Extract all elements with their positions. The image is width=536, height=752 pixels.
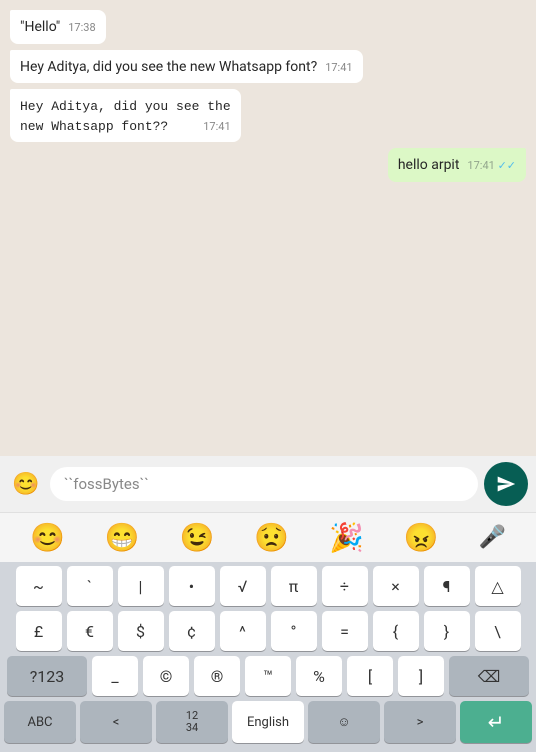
emoji-party[interactable]: 🎉 [329,521,364,554]
key-cent[interactable]: ¢ [169,611,215,651]
key-caret[interactable]: ^ [220,611,266,651]
key-degree[interactable]: ° [271,611,317,651]
key-bullet[interactable]: • [169,566,215,606]
numbers-stacked: 12 34 [186,710,198,734]
send-button[interactable] [484,462,528,506]
key-euro[interactable]: € [67,611,113,651]
key-space[interactable]: English [232,701,304,743]
message-text: Hey Aditya, did you see the new Whatsapp… [20,59,317,75]
emoji-icon: 😊 [12,472,39,497]
message-row: Hey Aditya, did you see the new Whatsapp… [10,50,526,84]
key-dollar[interactable]: $ [118,611,164,651]
received-bubble: "Hello" 17:38 [10,10,106,44]
key-pi[interactable]: π [271,566,317,606]
keyboard-row-4: ABC < 12 34 English ☺ > ↵ [2,701,534,743]
input-area: 😊 ``fossBytes`` [0,456,536,512]
sent-bubble: hello arpit 17:41 ✓✓ [388,148,526,182]
chat-area: "Hello" 17:38 Hey Aditya, did you see th… [0,0,536,456]
key-backtick[interactable]: ` [67,566,113,606]
key-emoji[interactable]: ☺ [308,701,380,743]
send-icon [496,474,516,494]
mic-icon[interactable]: 🎤 [479,525,506,550]
key-backslash[interactable]: \ [475,611,521,651]
input-text: ``fossBytes`` [64,475,149,493]
key-multiply[interactable]: × [373,566,419,606]
key-lbrace[interactable]: { [373,611,419,651]
key-lt[interactable]: < [80,701,152,743]
message-input[interactable]: ``fossBytes`` [50,467,478,501]
keyboard-row-2: £ € $ ¢ ^ ° = { } \ [2,611,534,651]
key-percent[interactable]: % [296,656,342,696]
key-rbracket[interactable]: ] [398,656,444,696]
key-triangle[interactable]: △ [475,566,521,606]
key-rbrace[interactable]: } [424,611,470,651]
key-abc[interactable]: ABC [4,701,76,743]
key-sqrt[interactable]: √ [220,566,266,606]
received-bubble: Hey Aditya, did you see thenew Whatsapp … [10,89,241,142]
emoji-sad[interactable]: 😟 [254,521,289,554]
message-text: "Hello" [20,19,60,35]
key-underscore[interactable]: _ [92,656,138,696]
key-trademark[interactable]: ™ [245,656,291,696]
key-tilde[interactable]: ~ [16,566,62,606]
key-divide[interactable]: ÷ [322,566,368,606]
message-time: 17:41 [203,119,230,134]
key-gt[interactable]: > [384,701,456,743]
read-ticks: ✓✓ [498,159,516,172]
key-paragraph[interactable]: ¶ [424,566,470,606]
keyboard-row-1: ~ ` | • √ π ÷ × ¶ △ [2,566,534,606]
key-copyright[interactable]: © [143,656,189,696]
key-pound[interactable]: £ [16,611,62,651]
keyboard-row-3: ?123 _ © ® ™ % [ ] ⌫ [2,656,534,696]
keyboard: ~ ` | • √ π ÷ × ¶ △ £ € $ ¢ ^ ° = { } \ … [0,562,536,752]
emoji-row: 😊 😁 😉 😟 🎉 😠 🎤 [0,512,536,562]
message-row: hello arpit 17:41 ✓✓ [10,148,526,182]
key-numbers[interactable]: 12 34 [156,701,228,743]
message-row: "Hello" 17:38 [10,10,526,44]
message-row: Hey Aditya, did you see thenew Whatsapp … [10,89,526,142]
emoji-button[interactable]: 😊 [8,466,44,502]
key-lbracket[interactable]: [ [347,656,393,696]
emoji-wink[interactable]: 😉 [180,521,215,554]
backspace-key[interactable]: ⌫ [449,656,529,696]
key-registered[interactable]: ® [194,656,240,696]
key-enter[interactable]: ↵ [460,701,532,743]
emoji-grin[interactable]: 😁 [105,521,140,554]
key-pipe[interactable]: | [118,566,164,606]
message-time: 17:41 ✓✓ [467,158,516,173]
message-text: Hey Aditya, did you see thenew Whatsapp … [20,99,231,134]
message-text: hello arpit [398,157,460,173]
key-mode[interactable]: ?123 [7,656,87,696]
message-time: 17:38 [68,20,95,35]
key-equals[interactable]: = [322,611,368,651]
received-bubble: Hey Aditya, did you see the new Whatsapp… [10,50,363,84]
message-time: 17:41 [325,60,352,75]
emoji-smile[interactable]: 😊 [30,521,65,554]
emoji-angry[interactable]: 😠 [404,521,439,554]
